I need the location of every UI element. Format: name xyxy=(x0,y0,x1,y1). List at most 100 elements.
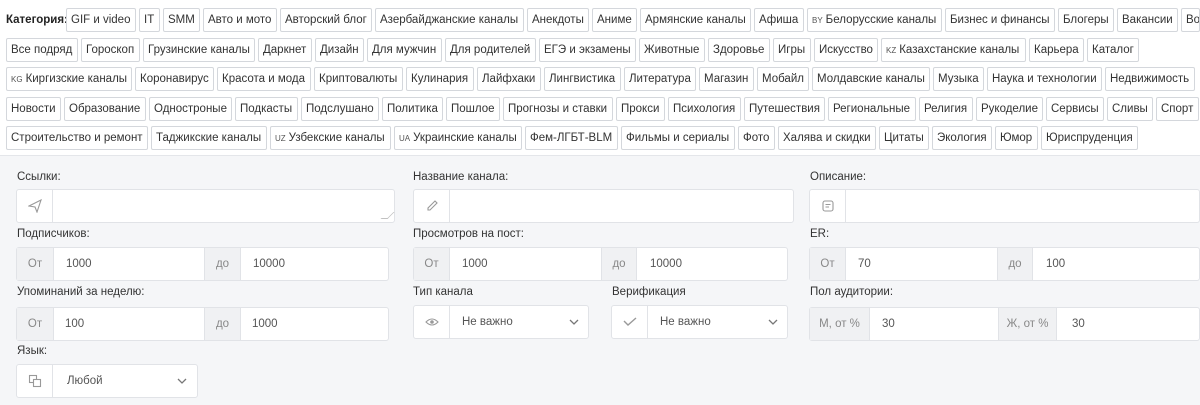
category-chip[interactable]: Религия xyxy=(919,97,973,121)
female-percent-input[interactable]: 30 xyxy=(1072,308,1085,340)
subscribers-to-input[interactable]: 10000 xyxy=(253,248,285,280)
category-chip[interactable]: Фильмы и сериалы xyxy=(621,126,735,150)
category-chip[interactable]: Грузинские каналы xyxy=(143,38,255,62)
category-chip[interactable]: Образование xyxy=(64,97,146,121)
category-chip[interactable]: KG Киргизские каналы xyxy=(6,67,132,91)
category-chip[interactable]: Гороскоп xyxy=(81,38,140,62)
category-chip[interactable]: Вакансии xyxy=(1117,8,1178,32)
category-chip-label: Цитаты xyxy=(884,132,924,144)
category-chip[interactable]: Пошлое xyxy=(446,97,500,121)
category-chip[interactable]: Подслушано xyxy=(301,97,379,121)
er-from-input[interactable]: 70 xyxy=(858,248,871,280)
category-chip-label: Украинские каналы xyxy=(413,132,517,144)
category-chip[interactable]: Лингвистика xyxy=(544,67,621,91)
category-chip[interactable]: BY Белорусские каналы xyxy=(807,8,942,32)
subscribers-from-input[interactable]: 1000 xyxy=(66,248,92,280)
category-chip[interactable]: Цитаты xyxy=(879,126,929,150)
category-chip[interactable]: Анекдоты xyxy=(527,8,589,32)
category-chip[interactable]: Все подряд xyxy=(6,38,78,62)
verification-select[interactable]: Не важно xyxy=(611,305,788,339)
category-chip[interactable]: Даркнет xyxy=(258,38,312,62)
category-chip[interactable]: Армянские каналы xyxy=(640,8,751,32)
category-chip[interactable]: Красота и мода xyxy=(217,67,311,91)
category-chip[interactable]: Магазин xyxy=(699,67,754,91)
mentions-from-input[interactable]: 100 xyxy=(65,308,84,340)
category-chip-label: SMM xyxy=(168,14,195,26)
category-chip[interactable]: Афиша xyxy=(754,8,804,32)
channel-type-select[interactable]: Не важно xyxy=(413,305,589,339)
category-chip[interactable]: Литература xyxy=(624,67,696,91)
category-chip[interactable]: Наука и технологии xyxy=(987,67,1102,91)
category-chip-label: Психология xyxy=(673,103,736,115)
category-chip[interactable]: Сервисы xyxy=(1046,97,1104,121)
category-chip[interactable]: Таджикские каналы xyxy=(151,126,267,150)
mentions-to-input[interactable]: 1000 xyxy=(252,308,278,340)
category-chip-label: Фильмы и сериалы xyxy=(626,132,730,144)
category-chip[interactable]: Лайфхаки xyxy=(477,67,541,91)
category-chip[interactable]: Строительство и ремонт xyxy=(6,126,148,150)
category-chip[interactable]: Дизайн xyxy=(315,38,364,62)
category-chip[interactable]: ЕГЭ и экзамены xyxy=(539,38,636,62)
category-chip[interactable]: Халява и скидки xyxy=(778,126,876,150)
category-chip[interactable]: Политика xyxy=(382,97,443,121)
category-chip[interactable]: Фем-ЛГБТ-BLM xyxy=(525,126,618,150)
category-chip[interactable]: Искусство xyxy=(814,38,878,62)
category-chip[interactable]: Недвижимость xyxy=(1105,67,1195,91)
category-chip[interactable]: Аниме xyxy=(592,8,637,32)
category-chip[interactable]: Юриспруденция xyxy=(1041,126,1138,150)
category-chip[interactable]: Юмор xyxy=(995,126,1038,150)
category-chip[interactable]: Одностроные xyxy=(149,97,232,121)
resize-handle[interactable] xyxy=(380,212,395,219)
category-chip[interactable]: Каталог xyxy=(1087,38,1139,62)
category-chip[interactable]: SMM xyxy=(163,8,200,32)
category-chip[interactable]: Сливы xyxy=(1107,97,1153,121)
channel-name-field[interactable] xyxy=(413,189,794,223)
category-chip[interactable]: Путешествия xyxy=(744,97,825,121)
views-to-input[interactable]: 10000 xyxy=(650,248,682,280)
male-percent-input[interactable]: 30 xyxy=(882,308,895,340)
category-chip[interactable]: Региональные xyxy=(828,97,916,121)
category-chip[interactable]: Экология xyxy=(932,126,992,150)
category-chip[interactable]: Бизнес и финансы xyxy=(945,8,1055,32)
views-from-input[interactable]: 1000 xyxy=(462,248,488,280)
category-chip[interactable]: Животные xyxy=(639,38,705,62)
category-chip[interactable]: Блогеры xyxy=(1058,8,1114,32)
description-field[interactable] xyxy=(809,189,1200,223)
category-chip[interactable]: Психология xyxy=(668,97,741,121)
category-chip[interactable]: KZ Казахстанские каналы xyxy=(881,38,1026,62)
category-chip-label: Пошлое xyxy=(451,103,495,115)
category-chip-label: Военное xyxy=(1186,14,1200,26)
language-select[interactable]: Любой xyxy=(16,364,198,398)
category-chip[interactable]: Новости xyxy=(6,97,61,121)
er-to-input[interactable]: 100 xyxy=(1046,248,1065,280)
category-chip[interactable]: Музыка xyxy=(933,67,984,91)
category-chip[interactable]: Кулинария xyxy=(406,67,474,91)
category-chip[interactable]: UA Украинские каналы xyxy=(394,126,522,150)
category-chip[interactable]: Спорт xyxy=(1156,97,1199,121)
category-chip[interactable]: Для мужчин xyxy=(367,38,442,62)
category-chip[interactable]: Фото xyxy=(738,126,775,150)
category-chip[interactable]: Здоровье xyxy=(708,38,770,62)
category-chip[interactable]: GIF и video xyxy=(66,8,136,32)
category-chip[interactable]: Игры xyxy=(773,38,811,62)
category-chip[interactable]: UZ Узбекские каналы xyxy=(270,126,391,150)
category-chip[interactable]: Коронавирус xyxy=(135,67,214,91)
category-chip[interactable]: Криптовалюты xyxy=(314,67,403,91)
category-chip[interactable]: IT xyxy=(139,8,160,32)
category-chip[interactable]: Военное xyxy=(1181,8,1200,32)
category-chip[interactable]: Прокси xyxy=(616,97,665,121)
category-chip[interactable]: Молдавские каналы xyxy=(812,67,930,91)
to-prefix: до xyxy=(997,248,1033,280)
category-chip[interactable]: Рукоделие xyxy=(976,97,1043,121)
category-chip[interactable]: Подкасты xyxy=(235,97,298,121)
category-chip-label: Юриспруденция xyxy=(1046,132,1133,144)
category-chip[interactable]: Авто и мото xyxy=(203,8,277,32)
category-chip[interactable]: Карьера xyxy=(1029,38,1084,62)
category-chip[interactable]: Мобайл xyxy=(757,67,809,91)
category-chip-label: Лингвистика xyxy=(549,73,616,85)
category-chip[interactable]: Прогнозы и ставки xyxy=(503,97,613,121)
category-chip[interactable]: Азербайджанские каналы xyxy=(375,8,524,32)
links-field[interactable] xyxy=(16,189,395,223)
category-chip[interactable]: Авторский блог xyxy=(280,8,372,32)
category-chip[interactable]: Для родителей xyxy=(445,38,536,62)
